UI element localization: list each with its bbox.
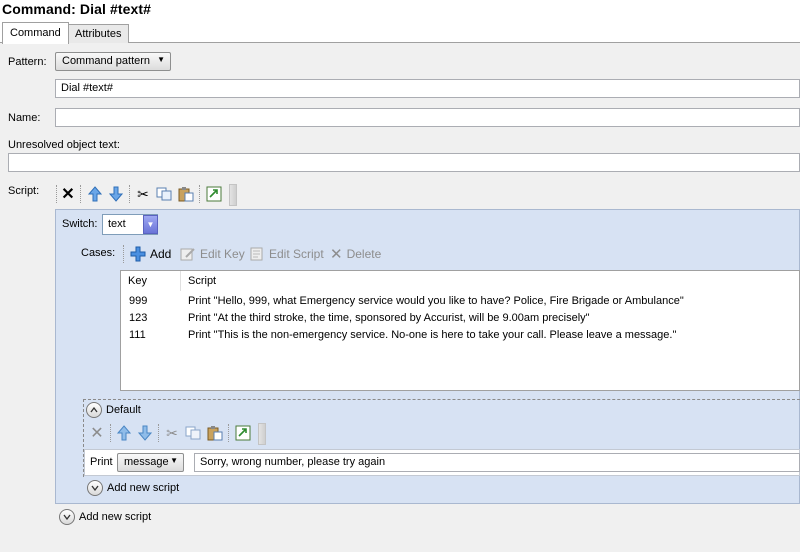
switch-label: Switch:: [62, 218, 98, 230]
copy-icon[interactable]: [184, 424, 202, 442]
table-row[interactable]: 111 Print "This is the non-emergency ser…: [121, 327, 799, 344]
default-script-toolbar: ✕ ✂: [84, 422, 274, 446]
case-key: 111: [129, 329, 146, 341]
cut-icon[interactable]: ✂: [163, 424, 181, 442]
name-input[interactable]: [55, 108, 800, 127]
case-key: 123: [129, 312, 148, 324]
cases-label: Cases:: [81, 247, 116, 259]
toolbar-separator: [110, 424, 111, 442]
name-label: Name:: [8, 112, 41, 124]
table-row[interactable]: 999 Print "Hello, 999, what Emergency se…: [121, 293, 799, 310]
pattern-text-input[interactable]: Dial #text#: [55, 79, 800, 98]
add-icon: [130, 246, 146, 262]
column-header-script[interactable]: Script: [181, 271, 799, 291]
script-edit-icon: [249, 246, 265, 262]
case-script: Print "Hello, 999, what Emergency servic…: [188, 295, 684, 307]
table-row[interactable]: 123 Print "At the third stroke, the time…: [121, 310, 799, 327]
toolbar-separator: [56, 185, 57, 203]
expand-icon[interactable]: [87, 480, 103, 496]
cut-icon[interactable]: ✂: [134, 185, 152, 203]
pattern-label: Pattern:: [8, 56, 47, 68]
default-label: Default: [106, 404, 141, 416]
tab-strip: Command Attributes: [0, 22, 800, 44]
script-label: Script:: [8, 185, 40, 197]
paste-icon[interactable]: [177, 185, 195, 203]
copy-icon[interactable]: [155, 185, 173, 203]
delete-icon[interactable]: ✕: [88, 424, 106, 442]
edit-script-button[interactable]: Edit Script: [249, 244, 324, 264]
print-mode-select[interactable]: message ▼: [117, 453, 184, 472]
switch-value: text: [108, 218, 126, 230]
tab-attributes[interactable]: Attributes: [67, 24, 130, 44]
tab-command[interactable]: Command: [2, 22, 69, 44]
edit-script-label: Edit Script: [269, 247, 324, 261]
toolbar-separator: [129, 185, 130, 203]
add-case-label: Add: [150, 247, 172, 261]
toolbar-separator: [228, 424, 229, 442]
toolbar-separator: [199, 185, 200, 203]
toolbar-overflow-grip[interactable]: [229, 184, 237, 206]
expand-icon[interactable]: [59, 509, 75, 525]
case-script: Print "At the third stroke, the time, sp…: [188, 312, 590, 324]
move-up-icon[interactable]: [115, 424, 133, 442]
print-mode-value: message: [124, 456, 169, 468]
toolbar-separator: [158, 424, 159, 442]
toolbar-overflow-grip[interactable]: [258, 423, 266, 445]
command-title: Command: Dial #text#: [2, 1, 152, 17]
chevron-down-icon: ▼: [170, 456, 178, 465]
case-script: Print "This is the non-emergency service…: [188, 329, 677, 341]
edit-icon: [180, 246, 196, 262]
delete-icon: ✕: [330, 246, 343, 263]
print-message-input[interactable]: Sorry, wrong number, please try again: [194, 453, 800, 472]
delete-case-label: Delete: [346, 247, 382, 261]
chevron-down-icon[interactable]: ▼: [143, 215, 158, 234]
delete-case-button[interactable]: ✕ Delete: [330, 244, 381, 264]
pattern-type-value: Command pattern: [62, 55, 151, 67]
popout-icon[interactable]: [234, 424, 252, 442]
chevron-down-icon: ▼: [157, 55, 165, 64]
pattern-type-select[interactable]: Command pattern ▼: [55, 52, 171, 71]
column-header-key[interactable]: Key: [121, 271, 181, 291]
add-case-button[interactable]: Add: [130, 244, 171, 264]
script-toolbar: ✕ ✂: [55, 183, 245, 209]
delete-icon[interactable]: ✕: [59, 185, 77, 203]
cases-list[interactable]: Key Script 999 Print "Hello, 999, what E…: [120, 270, 800, 391]
collapse-icon[interactable]: [86, 402, 102, 418]
print-label: Print: [90, 456, 113, 468]
case-key: 999: [129, 295, 148, 307]
move-down-icon[interactable]: [107, 185, 125, 203]
unresolved-object-text-input[interactable]: [8, 153, 800, 172]
paste-icon[interactable]: [206, 424, 224, 442]
unresolved-object-text-label: Unresolved object text:: [8, 139, 120, 151]
toolbar-separator: [123, 245, 124, 263]
inner-add-new-script-link[interactable]: Add new script: [107, 482, 179, 494]
edit-key-label: Edit Key: [200, 247, 245, 261]
popout-icon[interactable]: [205, 185, 223, 203]
move-down-icon[interactable]: [136, 424, 154, 442]
edit-key-button[interactable]: Edit Key: [180, 244, 245, 264]
move-up-icon[interactable]: [86, 185, 104, 203]
add-new-script-link[interactable]: Add new script: [79, 511, 151, 523]
toolbar-separator: [80, 185, 81, 203]
